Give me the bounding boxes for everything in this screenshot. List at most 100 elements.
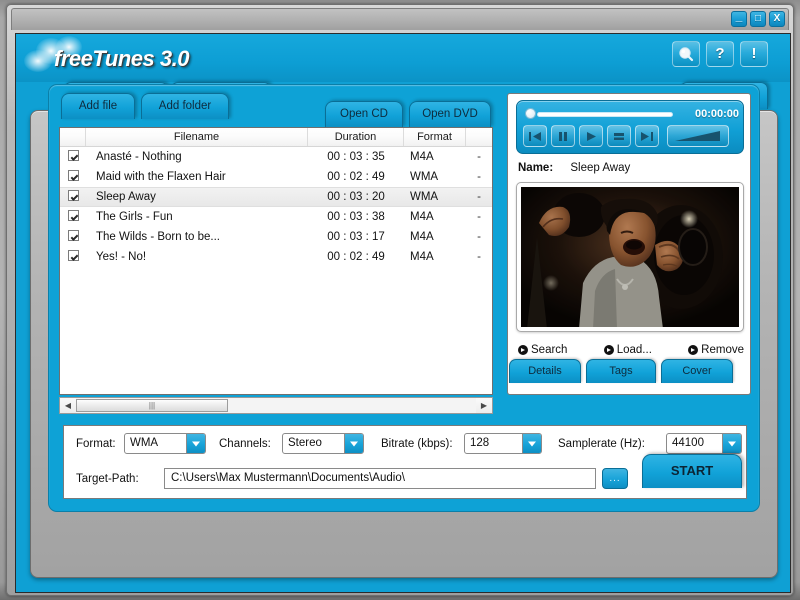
row-duration: 00 : 03 : 35 <box>308 148 404 167</box>
tab-cover[interactable]: Cover <box>661 359 733 383</box>
open-cd-button[interactable]: Open CD <box>325 101 403 127</box>
encoding-settings-panel: Format: WMA Channels: Stereo Bitrate (kb… <box>63 425 747 499</box>
window-controls: _ □ X <box>731 11 785 27</box>
play-button[interactable] <box>579 125 603 147</box>
info-icon[interactable]: ! <box>740 41 768 67</box>
row-extra: - <box>466 188 492 207</box>
row-extra: - <box>466 148 492 167</box>
table-row[interactable]: Sleep Away00 : 03 : 20WMA- <box>60 187 492 207</box>
browse-button[interactable]: ... <box>602 468 628 489</box>
row-format: M4A <box>404 148 466 167</box>
table-row[interactable]: The Wilds - Born to be...00 : 03 : 17M4A… <box>60 227 492 247</box>
cover-art-box[interactable] <box>516 182 744 332</box>
file-list-body: Anasté - Nothing00 : 03 : 35M4A-Maid wit… <box>60 147 492 267</box>
next-button[interactable] <box>635 125 659 147</box>
format-select[interactable]: WMA <box>124 433 206 454</box>
seek-row: 00:00:00 <box>523 107 739 121</box>
minimize-button[interactable]: _ <box>731 11 747 27</box>
scroll-left-arrow-icon[interactable]: ◀ <box>60 398 76 413</box>
chevron-down-icon-2 <box>344 434 363 453</box>
samplerate-label: Samplerate (Hz): <box>558 434 645 454</box>
row-format: WMA <box>404 188 466 207</box>
player-panel: 00:00:00 <box>507 93 751 395</box>
track-name-label: Name: <box>518 162 553 174</box>
column-header-filename[interactable]: Filename <box>86 128 308 146</box>
scroll-right-arrow-icon[interactable]: ▶ <box>476 398 492 413</box>
previous-button[interactable] <box>523 125 547 147</box>
load-action[interactable]: Load... <box>604 344 652 356</box>
row-duration: 00 : 03 : 38 <box>308 208 404 227</box>
table-row[interactable]: The Girls - Fun00 : 03 : 38M4A- <box>60 207 492 227</box>
converter-panel: Add file Add folder Open CD Open DVD Fil… <box>48 84 760 512</box>
column-header-check[interactable] <box>60 128 86 146</box>
table-row[interactable]: Anasté - Nothing00 : 03 : 35M4A- <box>60 147 492 167</box>
row-checkbox[interactable] <box>60 208 86 227</box>
row-extra: - <box>466 208 492 227</box>
channels-select[interactable]: Stereo <box>282 433 364 454</box>
player-actions: Search Load... Remove <box>518 344 744 356</box>
row-filename: The Wilds - Born to be... <box>86 228 308 247</box>
seek-slider-knob[interactable] <box>525 108 536 119</box>
channels-label: Channels: <box>219 434 271 454</box>
table-row[interactable]: Maid with the Flaxen Hair00 : 02 : 49WMA… <box>60 167 492 187</box>
window-titlebar[interactable]: _ □ X <box>11 8 789 30</box>
row-format: M4A <box>404 248 466 267</box>
row-checkbox[interactable] <box>60 148 86 167</box>
target-path-input[interactable]: C:\Users\Max Mustermann\Documents\Audio\ <box>164 468 596 489</box>
row-filename: Sleep Away <box>86 188 308 207</box>
arrow-circle-icon-2 <box>604 345 614 355</box>
search-action-label: Search <box>531 344 567 356</box>
column-header-format[interactable]: Format <box>404 128 466 146</box>
bitrate-select[interactable]: 128 <box>464 433 542 454</box>
samplerate-select[interactable]: 44100 <box>666 433 742 454</box>
open-dvd-button[interactable]: Open DVD <box>409 101 491 127</box>
column-header-duration[interactable]: Duration <box>308 128 404 146</box>
tab-details[interactable]: Details <box>509 359 581 383</box>
maximize-button[interactable]: □ <box>750 11 766 27</box>
row-format: WMA <box>404 168 466 187</box>
add-folder-button[interactable]: Add folder <box>141 93 229 119</box>
format-value: WMA <box>125 434 186 453</box>
volume-slider[interactable] <box>667 125 729 147</box>
remove-action[interactable]: Remove <box>688 344 744 356</box>
bitrate-value: 128 <box>465 434 522 453</box>
pause-button[interactable] <box>551 125 575 147</box>
start-button[interactable]: START <box>642 454 742 488</box>
tab-tags[interactable]: Tags <box>586 359 656 383</box>
arrow-circle-icon <box>518 345 528 355</box>
scrollbar-track[interactable] <box>76 398 476 413</box>
close-button[interactable]: X <box>769 11 785 27</box>
search-action[interactable]: Search <box>518 344 567 356</box>
app-header: freeTunes 3.0 ? ! <box>16 34 790 82</box>
channels-value: Stereo <box>283 434 344 453</box>
table-row[interactable]: Yes! - No!00 : 02 : 49M4A- <box>60 247 492 267</box>
row-checkbox[interactable] <box>60 168 86 187</box>
row-format: M4A <box>404 228 466 247</box>
arrow-circle-icon-3 <box>688 345 698 355</box>
chevron-down-icon <box>186 434 205 453</box>
add-file-button[interactable]: Add file <box>61 93 135 119</box>
app-logo-text: freeTunes 3.0 <box>54 46 189 72</box>
row-duration: 00 : 03 : 20 <box>308 188 404 207</box>
row-extra: - <box>466 228 492 247</box>
track-name-value: Sleep Away <box>570 162 630 174</box>
row-checkbox[interactable] <box>60 228 86 247</box>
stop-button[interactable] <box>607 125 631 147</box>
globe-icon[interactable] <box>672 41 700 67</box>
help-icon[interactable]: ? <box>706 41 734 67</box>
chevron-down-icon-4 <box>722 434 741 453</box>
application-frame: freeTunes 3.0 ? ! Converter Player Setti… <box>15 33 791 593</box>
scrollbar-thumb[interactable] <box>76 399 228 412</box>
file-list-hscrollbar[interactable]: ◀ ▶ <box>59 397 493 414</box>
row-checkbox[interactable] <box>60 248 86 267</box>
track-name-row: Name: Sleep Away <box>518 162 630 174</box>
row-duration: 00 : 02 : 49 <box>308 248 404 267</box>
header-icon-group: ? ! <box>672 41 768 67</box>
format-label: Format: <box>76 434 116 454</box>
transport-buttons <box>523 125 729 147</box>
cover-art-image <box>521 187 739 327</box>
column-header-extra[interactable] <box>466 128 492 146</box>
chevron-down-icon-3 <box>522 434 541 453</box>
row-checkbox[interactable] <box>60 188 86 207</box>
seek-slider[interactable] <box>537 112 673 117</box>
